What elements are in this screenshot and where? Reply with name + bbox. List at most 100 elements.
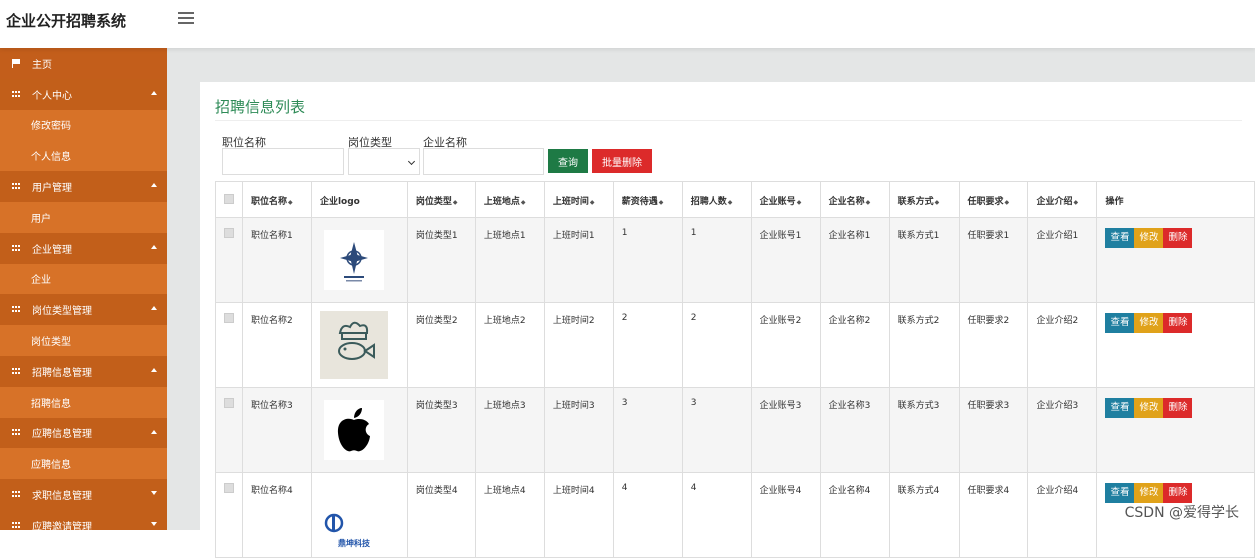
column-header[interactable]: 招聘人数◆ — [682, 182, 751, 218]
chevron-up-icon — [151, 430, 157, 434]
company-name-input[interactable] — [423, 148, 544, 175]
company-logo-cell — [311, 388, 407, 473]
menu-toggle-icon[interactable] — [178, 12, 194, 26]
table-row: 职位名称2岗位类型2上班地点2上班时间222企业账号2企业名称2联系方式2任职要… — [216, 303, 1255, 388]
sidebar-item-label: 岗位类型管理 — [32, 302, 92, 317]
column-header-label: 企业介绍 — [1036, 197, 1072, 207]
table-cell: 上班时间3 — [544, 388, 613, 473]
grid-icon — [0, 429, 32, 436]
row-checkbox[interactable] — [216, 218, 243, 303]
sidebar-item[interactable]: 岗位类型 — [0, 325, 167, 356]
sidebar-item[interactable]: 企业管理 — [0, 233, 167, 264]
table-cell: 职位名称3 — [243, 388, 312, 473]
view-button[interactable]: 查看 — [1105, 313, 1134, 333]
sidebar-item[interactable]: 企业 — [0, 264, 167, 295]
view-button[interactable]: 查看 — [1105, 398, 1134, 418]
column-header-label: 薪资待遇 — [622, 197, 658, 207]
sidebar-item[interactable]: 个人中心 — [0, 79, 167, 110]
edit-button[interactable]: 修改 — [1134, 483, 1163, 503]
column-header-label: 上班时间 — [553, 197, 589, 207]
sidebar-item[interactable]: 用户管理 — [0, 171, 167, 202]
table-cell: 任职要求3 — [959, 388, 1028, 473]
sidebar-item[interactable]: 主页 — [0, 48, 167, 79]
company-logo-cell — [311, 303, 407, 388]
column-header[interactable]: 上班地点◆ — [475, 182, 544, 218]
row-checkbox[interactable] — [216, 388, 243, 473]
table-cell: 企业名称4 — [820, 473, 889, 558]
sidebar-item-label: 用户 — [31, 210, 51, 225]
delete-button[interactable]: 删除 — [1163, 398, 1192, 418]
sidebar-item[interactable]: 用户 — [0, 202, 167, 233]
sidebar-item-label: 修改密码 — [31, 117, 71, 132]
view-button[interactable]: 查看 — [1105, 483, 1134, 503]
table-cell: 4 — [613, 473, 682, 558]
table-cell: 上班地点2 — [475, 303, 544, 388]
column-header[interactable]: 岗位类型◆ — [407, 182, 475, 218]
table-cell: 企业介绍2 — [1028, 303, 1097, 388]
company-logo — [320, 226, 388, 294]
table-cell: 3 — [613, 388, 682, 473]
edit-button[interactable]: 修改 — [1134, 398, 1163, 418]
column-header-label: 岗位类型 — [416, 197, 452, 207]
edit-button[interactable]: 修改 — [1134, 313, 1163, 333]
sidebar-item[interactable]: 个人信息 — [0, 140, 167, 171]
grid-icon — [0, 368, 32, 375]
table-row: 职位名称1岗位类型1上班地点1上班时间111企业账号1企业名称1联系方式1任职要… — [216, 218, 1255, 303]
sort-icon: ◆ — [659, 199, 664, 206]
chevron-down-icon — [408, 158, 415, 165]
column-header[interactable]: 企业介绍◆ — [1028, 182, 1097, 218]
batch-delete-button[interactable]: 批量删除 — [592, 149, 652, 173]
chevron-up-icon — [151, 368, 157, 372]
delete-button[interactable]: 删除 — [1163, 228, 1192, 248]
row-checkbox[interactable] — [216, 473, 243, 558]
sort-icon: ◆ — [288, 199, 293, 206]
table-cell: 1 — [682, 218, 751, 303]
table-cell: 上班地点1 — [475, 218, 544, 303]
company-logo: 鼎坤科技 — [320, 481, 388, 549]
row-actions: 查看修改删除 — [1097, 303, 1255, 388]
sidebar-item[interactable]: 招聘信息管理 — [0, 356, 167, 387]
sidebar-item[interactable]: 招聘信息 — [0, 387, 167, 418]
column-header[interactable]: 上班时间◆ — [544, 182, 613, 218]
sidebar-item[interactable]: 应聘信息管理 — [0, 418, 167, 449]
select-all-checkbox[interactable] — [216, 182, 243, 218]
sidebar-item[interactable]: 应聘信息 — [0, 448, 167, 479]
sidebar-item[interactable]: 修改密码 — [0, 110, 167, 141]
view-button[interactable]: 查看 — [1105, 228, 1134, 248]
table-cell: 企业介绍1 — [1028, 218, 1097, 303]
sidebar-item[interactable]: 应聘邀请管理 — [0, 510, 167, 530]
column-header[interactable]: 职位名称◆ — [243, 182, 312, 218]
job-type-select[interactable] — [348, 148, 420, 175]
column-header[interactable]: 企业账号◆ — [751, 182, 820, 218]
query-button[interactable]: 查询 — [548, 149, 588, 173]
company-logo — [320, 396, 388, 464]
sidebar-item[interactable]: 岗位类型管理 — [0, 294, 167, 325]
sidebar-item-label: 用户管理 — [32, 179, 72, 194]
delete-button[interactable]: 删除 — [1163, 483, 1192, 503]
edit-button[interactable]: 修改 — [1134, 228, 1163, 248]
table-cell: 上班地点4 — [475, 473, 544, 558]
sort-icon: ◆ — [590, 199, 595, 206]
job-name-input[interactable] — [222, 148, 344, 175]
table-cell: 企业名称1 — [820, 218, 889, 303]
table-cell: 任职要求2 — [959, 303, 1028, 388]
sidebar-item[interactable]: 求职信息管理 — [0, 479, 167, 510]
app-title: 企业公开招聘系统 — [6, 10, 126, 31]
table-cell: 企业名称3 — [820, 388, 889, 473]
grid-icon — [0, 183, 32, 190]
company-logo-cell — [311, 218, 407, 303]
table-cell: 企业账号4 — [751, 473, 820, 558]
column-header[interactable]: 企业名称◆ — [820, 182, 889, 218]
chevron-down-icon — [151, 491, 157, 495]
sidebar-item-label: 招聘信息管理 — [32, 364, 92, 379]
column-header[interactable]: 任职要求◆ — [959, 182, 1028, 218]
recruitment-table: 职位名称◆企业logo岗位类型◆上班地点◆上班时间◆薪资待遇◆招聘人数◆企业账号… — [215, 181, 1255, 558]
column-header-label: 上班地点 — [484, 197, 520, 207]
row-checkbox[interactable] — [216, 303, 243, 388]
sidebar: 主页个人中心修改密码个人信息用户管理用户企业管理企业岗位类型管理岗位类型招聘信息… — [0, 48, 167, 530]
logo-text: 鼎坤科技 — [338, 538, 370, 549]
column-header[interactable]: 薪资待遇◆ — [613, 182, 682, 218]
grid-icon — [0, 245, 32, 252]
column-header[interactable]: 联系方式◆ — [889, 182, 959, 218]
delete-button[interactable]: 删除 — [1163, 313, 1192, 333]
